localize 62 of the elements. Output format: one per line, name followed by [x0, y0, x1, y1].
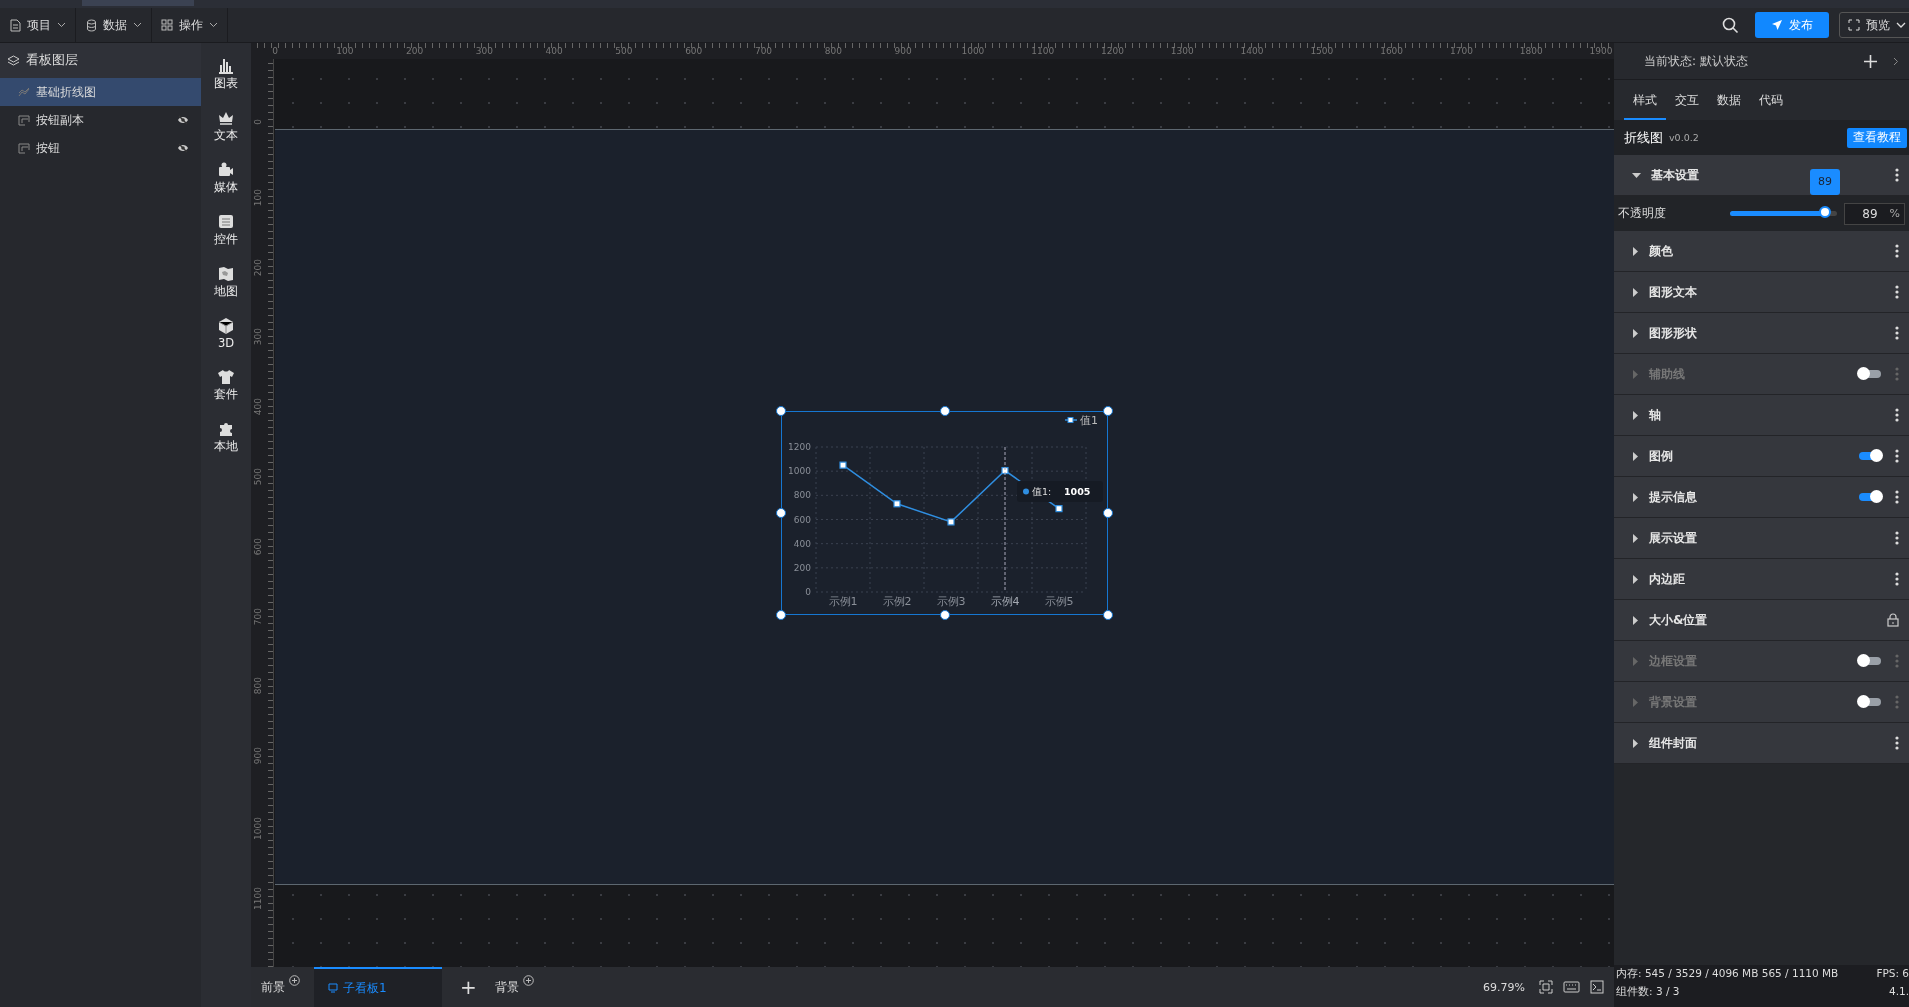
tool-button[interactable]: 图表 — [214, 57, 238, 91]
axis-label: 400 — [793, 538, 811, 549]
add-board-button[interactable]: + — [460, 975, 477, 999]
publish-button[interactable]: 发布 — [1755, 12, 1829, 38]
axis-label: 200 — [793, 562, 811, 573]
layer-tab[interactable]: 背景 — [494, 978, 519, 996]
section-header[interactable]: 图形文本 — [1614, 272, 1909, 313]
state-label: 当前状态: — [1644, 52, 1697, 70]
section-header[interactable]: 大小&位置 — [1614, 600, 1909, 641]
component-count: 组件数: 3 / 3 — [1616, 985, 1680, 999]
tool-button[interactable]: 媒体 — [214, 161, 238, 195]
opacity-input[interactable]: 89 % — [1843, 202, 1905, 225]
axis-label: 示例1 — [828, 595, 858, 608]
memory-status: 内存: 545 / 3529 / 4096 MB 565 / 1110 MB — [1616, 967, 1839, 981]
tooltip-label: 值1: — [1032, 486, 1052, 497]
menu-button[interactable]: 项目 — [0, 8, 76, 42]
unit-label: % — [1889, 207, 1900, 220]
axis-label: 1000 — [788, 466, 811, 477]
layer-item[interactable]: 按钮副本 — [0, 106, 201, 134]
tool-button[interactable]: 控件 — [214, 213, 238, 247]
menu-button[interactable]: 数据 — [76, 8, 152, 42]
section-header[interactable]: 轴 — [1614, 395, 1909, 436]
layer-item[interactable]: 按钮 — [0, 134, 201, 162]
tool-button[interactable]: 文本 — [214, 109, 238, 143]
board-tab[interactable]: 子看板1 — [314, 967, 442, 1007]
component-name: 折线图 — [1624, 128, 1663, 147]
axis-label: 800 — [793, 490, 811, 501]
state-value[interactable]: 默认状态 — [1700, 52, 1749, 70]
axis-label: 示例4 — [990, 595, 1020, 608]
tool-button[interactable]: 地图 — [214, 265, 238, 299]
zoom-level: 69.79% — [1483, 980, 1525, 994]
axis-label: 0 — [805, 587, 811, 597]
axis-label: 示例5 — [1044, 595, 1074, 608]
panel-tab[interactable]: 代码 — [1750, 88, 1792, 120]
field-label: 不透明度 — [1618, 205, 1667, 222]
fps-status: FPS: 6 — [1876, 967, 1909, 981]
panel-tab[interactable]: 数据 — [1708, 88, 1750, 120]
section-header[interactable]: 提示信息 — [1614, 477, 1909, 518]
tool-button[interactable]: 套件 — [214, 368, 238, 402]
legend-label: 值1 — [1080, 414, 1098, 427]
layer-tab[interactable]: 前景 — [261, 978, 285, 996]
panel-tab[interactable]: 交互 — [1666, 88, 1708, 120]
axis-label: 600 — [793, 514, 811, 525]
section-header[interactable]: 组件封面 — [1614, 723, 1909, 764]
section-header[interactable]: 展示设置 — [1614, 518, 1909, 559]
section-header[interactable]: 颜色 — [1614, 231, 1909, 272]
version-label: 4.1. — [1888, 985, 1909, 999]
panel-title: 看板图层 — [26, 52, 78, 69]
section-header[interactable]: 图例 — [1614, 436, 1909, 477]
section-header[interactable]: 内边距 — [1614, 559, 1909, 600]
component-version: v0.0.2 — [1669, 132, 1699, 143]
tool-button[interactable]: 3D — [217, 317, 235, 350]
menu-button[interactable]: 操作 — [152, 8, 228, 42]
section-header[interactable]: 图形形状 — [1614, 313, 1909, 354]
tooltip-value: 1005 — [1064, 486, 1091, 497]
tutorial-button[interactable]: 查看教程 — [1847, 127, 1907, 148]
layer-item[interactable]: 基础折线图 — [0, 78, 201, 106]
axis-label: 示例3 — [936, 595, 966, 608]
tool-button[interactable]: 本地 — [214, 420, 238, 454]
axis-label: 示例2 — [882, 595, 912, 608]
preview-button[interactable]: 预览 — [1839, 12, 1909, 38]
axis-label: 1200 — [788, 442, 811, 452]
